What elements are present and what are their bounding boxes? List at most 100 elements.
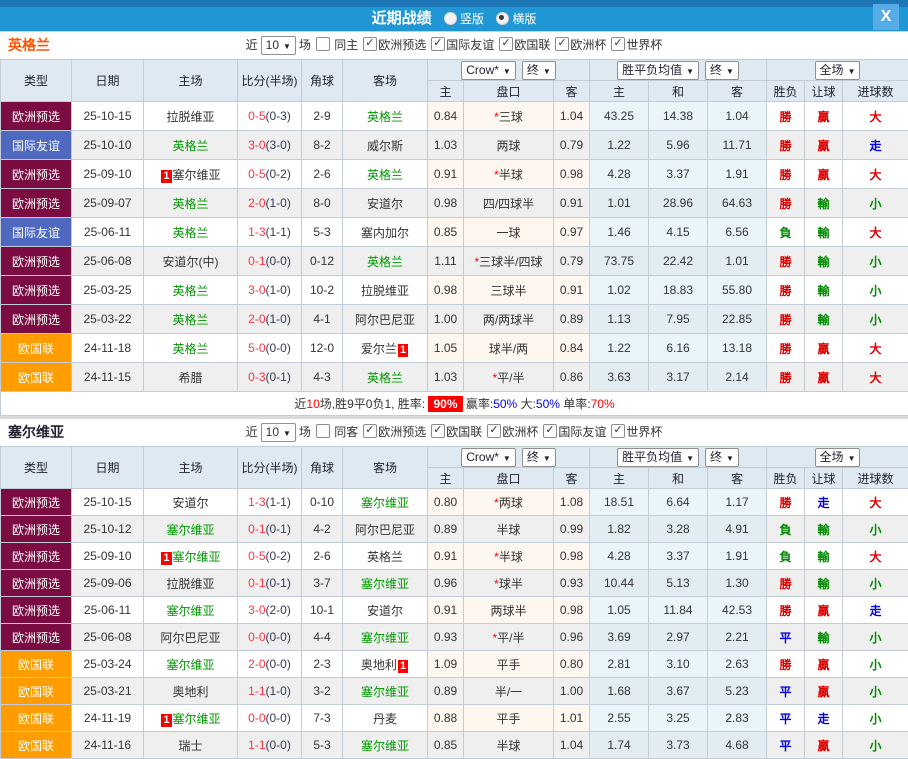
close-button[interactable]: X (873, 4, 899, 30)
vertical-layout-radio[interactable] (444, 12, 457, 25)
cell-odds-home: 0.91 (428, 160, 464, 189)
cell-handicap-result: 走 (805, 489, 843, 516)
cell-date: 25-09-06 (72, 570, 144, 597)
competition-checkbox[interactable] (487, 424, 501, 438)
recent-count-select[interactable]: 10▼ (261, 423, 296, 442)
competition-label: 欧洲预选 (378, 38, 426, 52)
cell-avg-home: 1.46 (590, 218, 649, 247)
competition-label: 欧国联 (514, 38, 550, 52)
cell-date: 25-06-08 (72, 247, 144, 276)
match-row: 欧洲预选25-09-101塞尔维亚0-5(0-2)2-6英格兰0.91*半球0.… (1, 160, 908, 189)
cell-score: 0-1(0-1) (238, 516, 302, 543)
home-team-name: 希腊 (178, 371, 202, 385)
home-team-name: 塞尔维亚 (166, 604, 214, 618)
cell-competition-type: 欧洲预选 (1, 597, 72, 624)
cell-corners: 3-7 (302, 570, 343, 597)
bookmaker-select[interactable]: Crow*▼ (461, 61, 516, 80)
match-scope-select[interactable]: 全场▼ (815, 61, 861, 80)
match-row: 欧洲预选25-06-11塞尔维亚3-0(2-0)10-1安道尔0.91两球半0.… (1, 597, 908, 624)
match-scope-select[interactable]: 全场▼ (815, 448, 861, 467)
home-team-name: 拉脱维亚 (166, 110, 214, 124)
competition-checkbox[interactable] (611, 424, 625, 438)
competition-checkbox[interactable] (363, 37, 377, 51)
cell-avg-away: 1.17 (708, 489, 767, 516)
cell-home-team: 拉脱维亚 (144, 102, 238, 131)
cell-handicap-result: 贏 (805, 334, 843, 363)
cell-result: 負 (767, 516, 805, 543)
cell-handicap-line: 平手 (464, 651, 554, 678)
competition-checkbox[interactable] (431, 424, 445, 438)
same-venue-label: 同客 (331, 425, 358, 439)
same-venue-checkbox[interactable] (316, 424, 330, 438)
chevron-down-icon: ▼ (543, 454, 551, 463)
cell-home-team: 塞尔维亚 (144, 597, 238, 624)
bookmaker-select[interactable]: Crow*▼ (461, 448, 516, 467)
odds-stage-select[interactable]: 终▼ (522, 448, 556, 467)
vertical-layout-label[interactable]: 竖版 (460, 12, 484, 26)
cell-odds-away: 0.91 (554, 189, 590, 218)
competition-label: 欧洲杯 (570, 38, 606, 52)
cell-competition-type: 欧洲预选 (1, 624, 72, 651)
cell-corners: 2-6 (302, 543, 343, 570)
avg-odds-select[interactable]: 胜平负均值▼ (617, 61, 699, 80)
cell-competition-type: 欧国联 (1, 363, 72, 392)
chevron-down-icon: ▼ (503, 67, 511, 76)
match-row: 欧国联24-11-15希腊0-3(0-1)4-3英格兰1.03*平/半0.863… (1, 363, 908, 392)
fulltime-score: 2-0 (248, 312, 265, 326)
competition-checkbox[interactable] (611, 37, 625, 51)
avg-stage-select[interactable]: 终▼ (705, 448, 739, 467)
halftime-score: (1-0) (266, 312, 291, 326)
summary-text: 10 (306, 397, 319, 411)
filter-bar: 塞尔维亚近10▼场 同客欧洲预选欧国联欧洲杯国际友谊世界杯 (0, 419, 908, 446)
competition-checkbox[interactable] (499, 37, 513, 51)
match-row: 欧洲预选25-09-06拉脱维亚0-1(0-1)3-7塞尔维亚0.96*球半0.… (1, 570, 908, 597)
competition-checkbox[interactable] (543, 424, 557, 438)
summary-text: 50% (493, 397, 517, 411)
halftime-score: (1-0) (266, 684, 291, 698)
match-row: 欧国联24-11-191塞尔维亚0-0(0-0)7-3丹麦0.88平手1.012… (1, 705, 908, 732)
avg-odds-select[interactable]: 胜平负均值▼ (617, 448, 699, 467)
cell-corners: 2-9 (302, 102, 343, 131)
cell-competition-type: 欧洲预选 (1, 276, 72, 305)
cell-odds-home: 0.85 (428, 732, 464, 759)
cell-score: 0-5(0-2) (238, 543, 302, 570)
scope-group-header: 全场▼ (767, 60, 908, 81)
cell-avg-draw: 14.38 (649, 102, 708, 131)
cell-handicap-result: 輸 (805, 305, 843, 334)
column-header: 比分(半场) (238, 60, 302, 102)
recent-count-select[interactable]: 10▼ (261, 36, 296, 55)
match-row: 欧洲预选25-10-15安道尔1-3(1-1)0-10塞尔维亚0.80*两球1.… (1, 489, 908, 516)
chevron-down-icon: ▼ (848, 454, 856, 463)
cell-goals-result: 走 (843, 597, 908, 624)
competition-checkbox[interactable] (555, 37, 569, 51)
avg-stage-select[interactable]: 终▼ (705, 61, 739, 80)
cell-avg-away: 42.53 (708, 597, 767, 624)
competition-checkbox[interactable] (431, 37, 445, 51)
odds-stage-select[interactable]: 终▼ (522, 61, 556, 80)
home-team-name: 安道尔 (172, 496, 208, 510)
horizontal-layout-radio[interactable] (496, 12, 509, 25)
chevron-down-icon: ▼ (726, 454, 734, 463)
home-team-name: 阿尔巴尼亚 (160, 631, 220, 645)
column-header: 主场 (144, 60, 238, 102)
competition-checkbox[interactable] (363, 424, 377, 438)
match-row: 欧国联24-11-16瑞士1-1(0-0)5-3塞尔维亚0.85半球1.041.… (1, 732, 908, 759)
column-header: 类型 (1, 447, 72, 489)
cell-avg-away: 4.68 (708, 732, 767, 759)
cell-odds-home: 0.98 (428, 189, 464, 218)
competition-label: 欧洲预选 (378, 425, 426, 439)
cell-date: 25-06-08 (72, 624, 144, 651)
cell-odds-away: 0.79 (554, 131, 590, 160)
horizontal-layout-label[interactable]: 横版 (512, 12, 536, 26)
cell-avg-home: 1.13 (590, 305, 649, 334)
cell-odds-home: 0.84 (428, 102, 464, 131)
cell-avg-home: 73.75 (590, 247, 649, 276)
avg-stage-select-value: 终 (710, 450, 722, 464)
cell-home-team: 安道尔 (144, 489, 238, 516)
same-venue-checkbox[interactable] (316, 37, 330, 51)
cell-score: 3-0(2-0) (238, 597, 302, 624)
cell-goals-result: 小 (843, 570, 908, 597)
halftime-score: (0-0) (266, 657, 291, 671)
cell-avg-draw: 22.42 (649, 247, 708, 276)
cell-avg-away: 4.91 (708, 516, 767, 543)
